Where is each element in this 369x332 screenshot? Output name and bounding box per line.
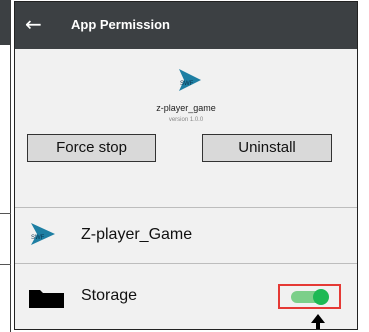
background-divider xyxy=(0,213,11,214)
list-item-storage[interactable]: Storage xyxy=(15,264,357,329)
force-stop-button[interactable]: Force stop xyxy=(27,134,156,162)
background-window-header xyxy=(0,0,10,45)
row-icon-text: SWF xyxy=(31,235,45,241)
list-item-app[interactable]: SWF Z-player_Game xyxy=(15,208,357,263)
list-item-label: Z-player_Game xyxy=(81,226,193,243)
swf-app-logo-icon: SWF xyxy=(179,69,201,91)
highlight-box xyxy=(278,284,341,309)
app-bar: ← App Permission xyxy=(15,2,357,49)
back-arrow-icon[interactable]: ← xyxy=(25,12,47,36)
app-permission-screen: ← App Permission SWF z-player_game versi… xyxy=(14,1,358,330)
list-item-label: Storage xyxy=(81,287,138,304)
app-name: z-player_game xyxy=(156,103,216,113)
folder-icon xyxy=(29,290,64,308)
app-logo-text: SWF xyxy=(180,81,194,87)
storage-permission-toggle[interactable] xyxy=(291,289,329,305)
uninstall-button[interactable]: Uninstall xyxy=(202,134,332,162)
app-version: version 1.0.0 xyxy=(168,117,204,123)
toggle-knob xyxy=(313,289,329,305)
background-window-edge xyxy=(0,0,11,332)
app-info-header: SWF z-player_game version 1.0.0 Force st… xyxy=(15,49,357,207)
mouse-cursor-icon xyxy=(311,314,325,329)
page-title: App Permission xyxy=(71,17,170,32)
background-divider xyxy=(0,264,11,265)
swf-app-icon: SWF xyxy=(31,223,55,245)
